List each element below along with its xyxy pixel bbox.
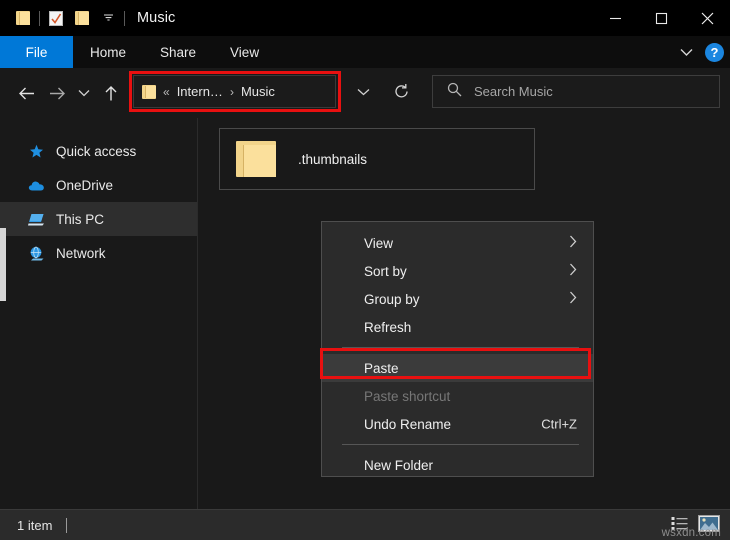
navigation-pane-scrollbar[interactable] [0,228,6,301]
tab-view[interactable]: View [213,36,276,68]
folder-icon[interactable] [10,5,36,31]
tab-file-label: File [26,45,48,60]
menu-item-paste[interactable]: Paste [322,354,593,382]
menu-item-paste-shortcut-label: Paste shortcut [364,389,450,404]
back-button[interactable] [12,77,42,109]
menu-item-undo-rename[interactable]: Undo Rename Ctrl+Z [322,410,593,438]
new-folder-icon[interactable] [69,5,95,31]
breadcrumb-item-1[interactable]: Music [241,84,275,99]
properties-icon[interactable] [43,5,69,31]
network-globe-icon [28,245,45,262]
ribbon-tab-bar: File Home Share View ? [0,36,730,68]
search-icon [447,82,462,102]
list-item[interactable]: .thumbnails [219,128,535,190]
quick-access-toolbar: Music [0,5,175,31]
window-controls [592,0,730,36]
sidebar-item-this-pc-label: This PC [56,212,104,227]
status-divider [66,518,67,533]
folder-icon [236,141,276,177]
maximize-icon[interactable] [638,0,684,36]
item-count-label: 1 item [17,518,52,533]
menu-separator [342,347,579,348]
sidebar-item-network[interactable]: Network [0,236,197,270]
menu-item-refresh-label: Refresh [364,320,411,335]
menu-item-paste-label: Paste [364,361,399,376]
sidebar-item-onedrive[interactable]: OneDrive [0,168,197,202]
breadcrumb-item-0[interactable]: Intern… [177,84,223,99]
context-menu: View Sort by Group by Refresh [321,221,594,477]
search-input[interactable]: Search Music [474,84,553,99]
star-icon [28,143,45,160]
navigation-pane: Quick access OneDrive This PC [0,118,198,509]
sidebar-item-onedrive-label: OneDrive [56,178,113,193]
menu-item-refresh[interactable]: Refresh [322,313,593,341]
computer-icon [28,211,45,228]
address-dropdown-icon[interactable] [348,75,378,108]
chevron-right-icon [569,235,577,251]
cloud-icon [28,177,45,194]
menu-item-sort-by[interactable]: Sort by [322,257,593,285]
breadcrumb-overflow[interactable]: « [163,85,170,99]
menu-item-group-by[interactable]: Group by [322,285,593,313]
menu-item-undo-rename-label: Undo Rename [364,417,451,432]
title-divider [124,11,125,26]
menu-item-view[interactable]: View [322,229,593,257]
sidebar-item-quick-access[interactable]: Quick access [0,134,197,168]
sidebar-item-quick-access-label: Quick access [56,144,136,159]
watermark: wsxdn.com [662,527,721,539]
menu-item-new-folder[interactable]: New Folder [322,451,593,479]
tab-home[interactable]: Home [73,36,143,68]
tab-share-label: Share [160,45,196,60]
up-button[interactable] [96,77,126,109]
search-box[interactable]: Search Music [432,75,720,108]
close-icon[interactable] [684,0,730,36]
menu-separator [342,444,579,445]
file-explorer-window: Music File Home [0,0,730,540]
menu-item-new-folder-label: New Folder [364,458,433,473]
forward-button[interactable] [42,77,72,109]
ribbon-right-controls: ? [675,36,724,68]
breadcrumb-separator: › [230,85,234,99]
address-folder-icon [142,85,156,99]
tab-view-label: View [230,45,259,60]
tab-file[interactable]: File [0,36,73,68]
toolbar-divider [39,11,40,26]
minimize-icon[interactable] [592,0,638,36]
chevron-right-icon [569,263,577,279]
help-label: ? [711,46,719,59]
menu-item-view-label: View [364,236,393,251]
status-bar: 1 item [0,509,730,540]
tab-home-label: Home [90,45,126,60]
menu-item-paste-shortcut: Paste shortcut [322,382,593,410]
sidebar-item-network-label: Network [56,246,106,261]
list-item-label: .thumbnails [298,152,367,167]
menu-item-undo-rename-accel: Ctrl+Z [541,417,577,432]
address-bar[interactable]: « Intern… › Music [133,75,336,108]
sidebar-item-this-pc[interactable]: This PC [0,202,197,236]
chevron-right-icon [569,291,577,307]
title-bar: Music [0,0,730,36]
recent-locations-button[interactable] [72,77,96,109]
help-button[interactable]: ? [705,43,724,62]
window-title: Music [137,10,175,26]
file-list-pane: .thumbnails View Sort by Group by [199,118,730,509]
menu-item-sort-by-label: Sort by [364,264,407,279]
refresh-icon[interactable] [385,75,417,108]
chevron-down-icon[interactable] [675,48,697,57]
menu-item-group-by-label: Group by [364,292,420,307]
tab-share[interactable]: Share [143,36,213,68]
customize-dropdown-icon[interactable] [95,5,121,31]
